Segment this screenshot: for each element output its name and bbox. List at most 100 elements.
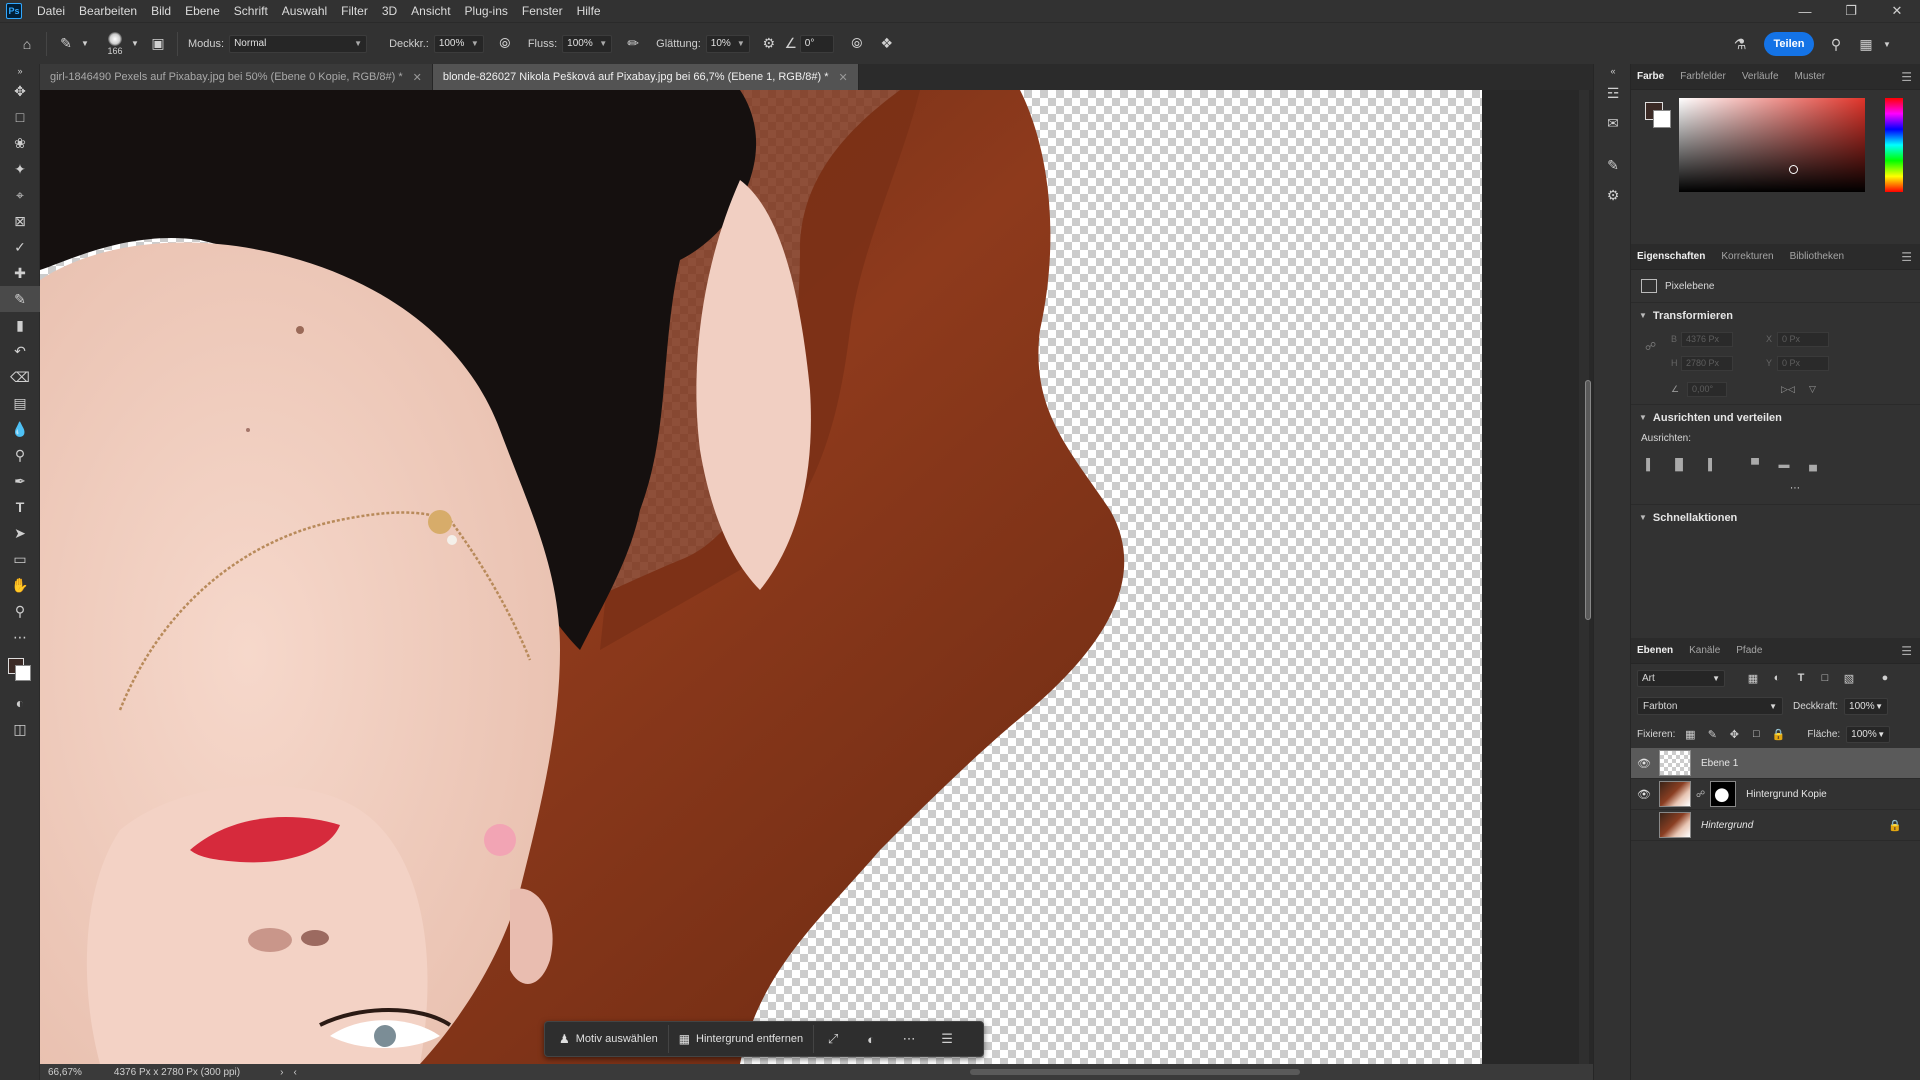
blur-tool-icon[interactable]: 💧 — [0, 416, 40, 442]
photoshop-logo[interactable]: Ps — [6, 3, 22, 19]
layer-row[interactable]: 👁 Ebene 1 — [1631, 748, 1920, 779]
pressure-size-icon[interactable]: ⦾ — [844, 31, 870, 57]
angle-field[interactable]: 0,00° — [1687, 382, 1727, 397]
tab-farbe[interactable]: Farbe — [1637, 71, 1664, 82]
restore-icon[interactable]: ❐ — [1828, 0, 1874, 22]
link-icon[interactable]: ☍ — [1696, 789, 1705, 800]
flask-icon[interactable]: ⚗ — [1728, 32, 1752, 56]
move-tool-icon[interactable]: ✥ — [0, 78, 40, 104]
flip-horizontal-icon[interactable]: ▷◁ — [1781, 384, 1795, 395]
filter-toggle-icon[interactable]: ● — [1873, 670, 1897, 687]
fill-field[interactable]: 100% ▼ — [1846, 725, 1891, 743]
menu-ansicht[interactable]: Ansicht — [404, 0, 457, 22]
chevron-right-icon[interactable]: › — [280, 1067, 283, 1078]
align-bottom-icon[interactable]: ▄ — [1804, 458, 1822, 472]
opacity-field[interactable]: 100% ▼ — [433, 34, 484, 53]
settings-sliders-icon[interactable]: ☰ — [928, 1025, 966, 1053]
tab-korrekturen[interactable]: Korrekturen — [1721, 251, 1773, 262]
collapse-icon[interactable]: » — [0, 64, 40, 78]
search-icon[interactable]: ⚲ — [1824, 32, 1848, 56]
tab-eigenschaften[interactable]: Eigenschaften — [1637, 251, 1705, 262]
layer-row[interactable]: 👁 ☍ Hintergrund Kopie — [1631, 779, 1920, 810]
type-tool-icon[interactable]: T — [0, 494, 40, 520]
quick-actions-section-header[interactable]: ▼ Schnellaktionen — [1631, 504, 1920, 530]
brush-tool-preset-icon[interactable]: ✎ — [53, 31, 79, 57]
adjustments-icon[interactable]: ⚙ — [1594, 180, 1632, 210]
history-icon[interactable]: ☲ — [1594, 78, 1632, 108]
menu-auswahl[interactable]: Auswahl — [275, 0, 334, 22]
angle-field[interactable]: 0° — [799, 34, 834, 53]
chevron-down-icon[interactable]: ▼ — [129, 31, 141, 57]
menu-plugins[interactable]: Plug-ins — [458, 0, 515, 22]
align-section-header[interactable]: ▼ Ausrichten und verteilen — [1631, 404, 1920, 430]
filter-pixel-icon[interactable]: ▦ — [1741, 670, 1765, 687]
more-options-icon[interactable]: ⋯ — [1790, 483, 1800, 494]
comment-icon[interactable]: ✉ — [1594, 108, 1632, 138]
crop-tool-icon[interactable]: ⌖ — [0, 182, 40, 208]
filter-type-icon[interactable]: T — [1789, 670, 1813, 687]
lock-all-icon[interactable]: 🔒 — [1767, 728, 1789, 741]
filter-shape-icon[interactable]: □ — [1813, 670, 1837, 687]
color-picker-cursor[interactable] — [1789, 165, 1798, 174]
minimize-icon[interactable]: — — [1782, 0, 1828, 22]
brush-settings-icon[interactable]: ▣ — [145, 31, 171, 57]
adjustment-icon[interactable]: ◐ — [852, 1025, 890, 1053]
document-canvas[interactable] — [40, 90, 1482, 1064]
lock-pixels-icon[interactable]: ✎ — [1701, 728, 1723, 741]
chevron-down-icon[interactable]: ▼ — [1880, 32, 1894, 56]
lock-transparent-icon[interactable]: ▦ — [1679, 728, 1701, 741]
background-color-swatch[interactable] — [1653, 110, 1671, 128]
brush-preset-picker[interactable]: 166 — [101, 27, 129, 61]
tab-ebenen[interactable]: Ebenen — [1637, 645, 1673, 656]
layer-thumbnail[interactable] — [1659, 812, 1691, 838]
layer-kind-filter[interactable]: Art ▼ — [1637, 669, 1725, 687]
align-top-icon[interactable]: ▀ — [1746, 458, 1764, 472]
menu-3d[interactable]: 3D — [375, 0, 404, 22]
link-icon[interactable]: ☍ — [1645, 340, 1656, 353]
lock-artboard-icon[interactable]: □ — [1745, 728, 1767, 740]
eraser-tool-icon[interactable]: ⌫ — [0, 364, 40, 390]
align-right-icon[interactable]: ▐ — [1699, 458, 1717, 472]
frame-tool-icon[interactable]: ⊠ — [0, 208, 40, 234]
quick-mask-icon[interactable]: ◐ — [0, 690, 40, 716]
path-selection-tool-icon[interactable]: ➤ — [0, 520, 40, 546]
tab-farbfelder[interactable]: Farbfelder — [1680, 71, 1726, 82]
tab-document-girl[interactable]: girl-1846490 Pexels auf Pixabay.jpg bei … — [40, 64, 433, 90]
layer-name[interactable]: Hintergrund Kopie — [1746, 789, 1827, 800]
dodge-tool-icon[interactable]: ⚲ — [0, 442, 40, 468]
canvas-area[interactable] — [40, 90, 1593, 1064]
mode-select[interactable]: Normal ▼ — [229, 34, 368, 53]
filter-adjustment-icon[interactable]: ◐ — [1765, 670, 1789, 687]
blend-mode-select[interactable]: Farbton ▼ — [1637, 697, 1783, 715]
home-icon[interactable]: ⌂ — [14, 31, 40, 57]
marquee-tool-icon[interactable]: □ — [0, 104, 40, 130]
menu-filter[interactable]: Filter — [334, 0, 375, 22]
layer-name[interactable]: Ebene 1 — [1701, 758, 1738, 769]
panel-menu-icon[interactable]: ☰ — [1901, 70, 1912, 84]
vertical-scrollbar[interactable] — [1579, 90, 1591, 1064]
y-field[interactable]: 0 Px — [1777, 356, 1829, 371]
tab-document-blonde[interactable]: blonde-826027 Nikola Pešková auf Pixabay… — [432, 64, 859, 90]
menu-hilfe[interactable]: Hilfe — [570, 0, 608, 22]
menu-bearbeiten[interactable]: Bearbeiten — [72, 0, 144, 22]
collapse-icon[interactable]: « — [1594, 64, 1632, 78]
align-left-icon[interactable]: ▌ — [1641, 458, 1659, 472]
close-icon[interactable]: ✕ — [413, 71, 422, 84]
share-button[interactable]: Teilen — [1764, 32, 1814, 56]
brush-tool-icon[interactable]: ✎ — [0, 286, 40, 312]
background-color-swatch[interactable] — [15, 665, 31, 681]
healing-brush-tool-icon[interactable]: ✚ — [0, 260, 40, 286]
layer-opacity-field[interactable]: 100% ▼ — [1844, 697, 1889, 715]
color-swatches[interactable] — [0, 650, 40, 690]
align-center-h-icon[interactable]: █ — [1670, 458, 1688, 472]
menu-ebene[interactable]: Ebene — [178, 0, 227, 22]
panel-menu-icon[interactable]: ☰ — [1901, 250, 1912, 264]
smoothing-field[interactable]: 10% ▼ — [705, 34, 750, 53]
chevron-left-icon[interactable]: ‹ — [293, 1067, 296, 1078]
tab-kanaele[interactable]: Kanäle — [1689, 645, 1720, 656]
width-field[interactable]: 4376 Px — [1681, 332, 1733, 347]
select-subject-button[interactable]: ♟ Motiv auswählen — [549, 1025, 669, 1053]
align-center-v-icon[interactable]: ▬ — [1775, 458, 1793, 472]
more-tools-icon[interactable]: ⋯ — [0, 624, 40, 650]
transform-icon[interactable]: ⤢ — [814, 1025, 852, 1053]
